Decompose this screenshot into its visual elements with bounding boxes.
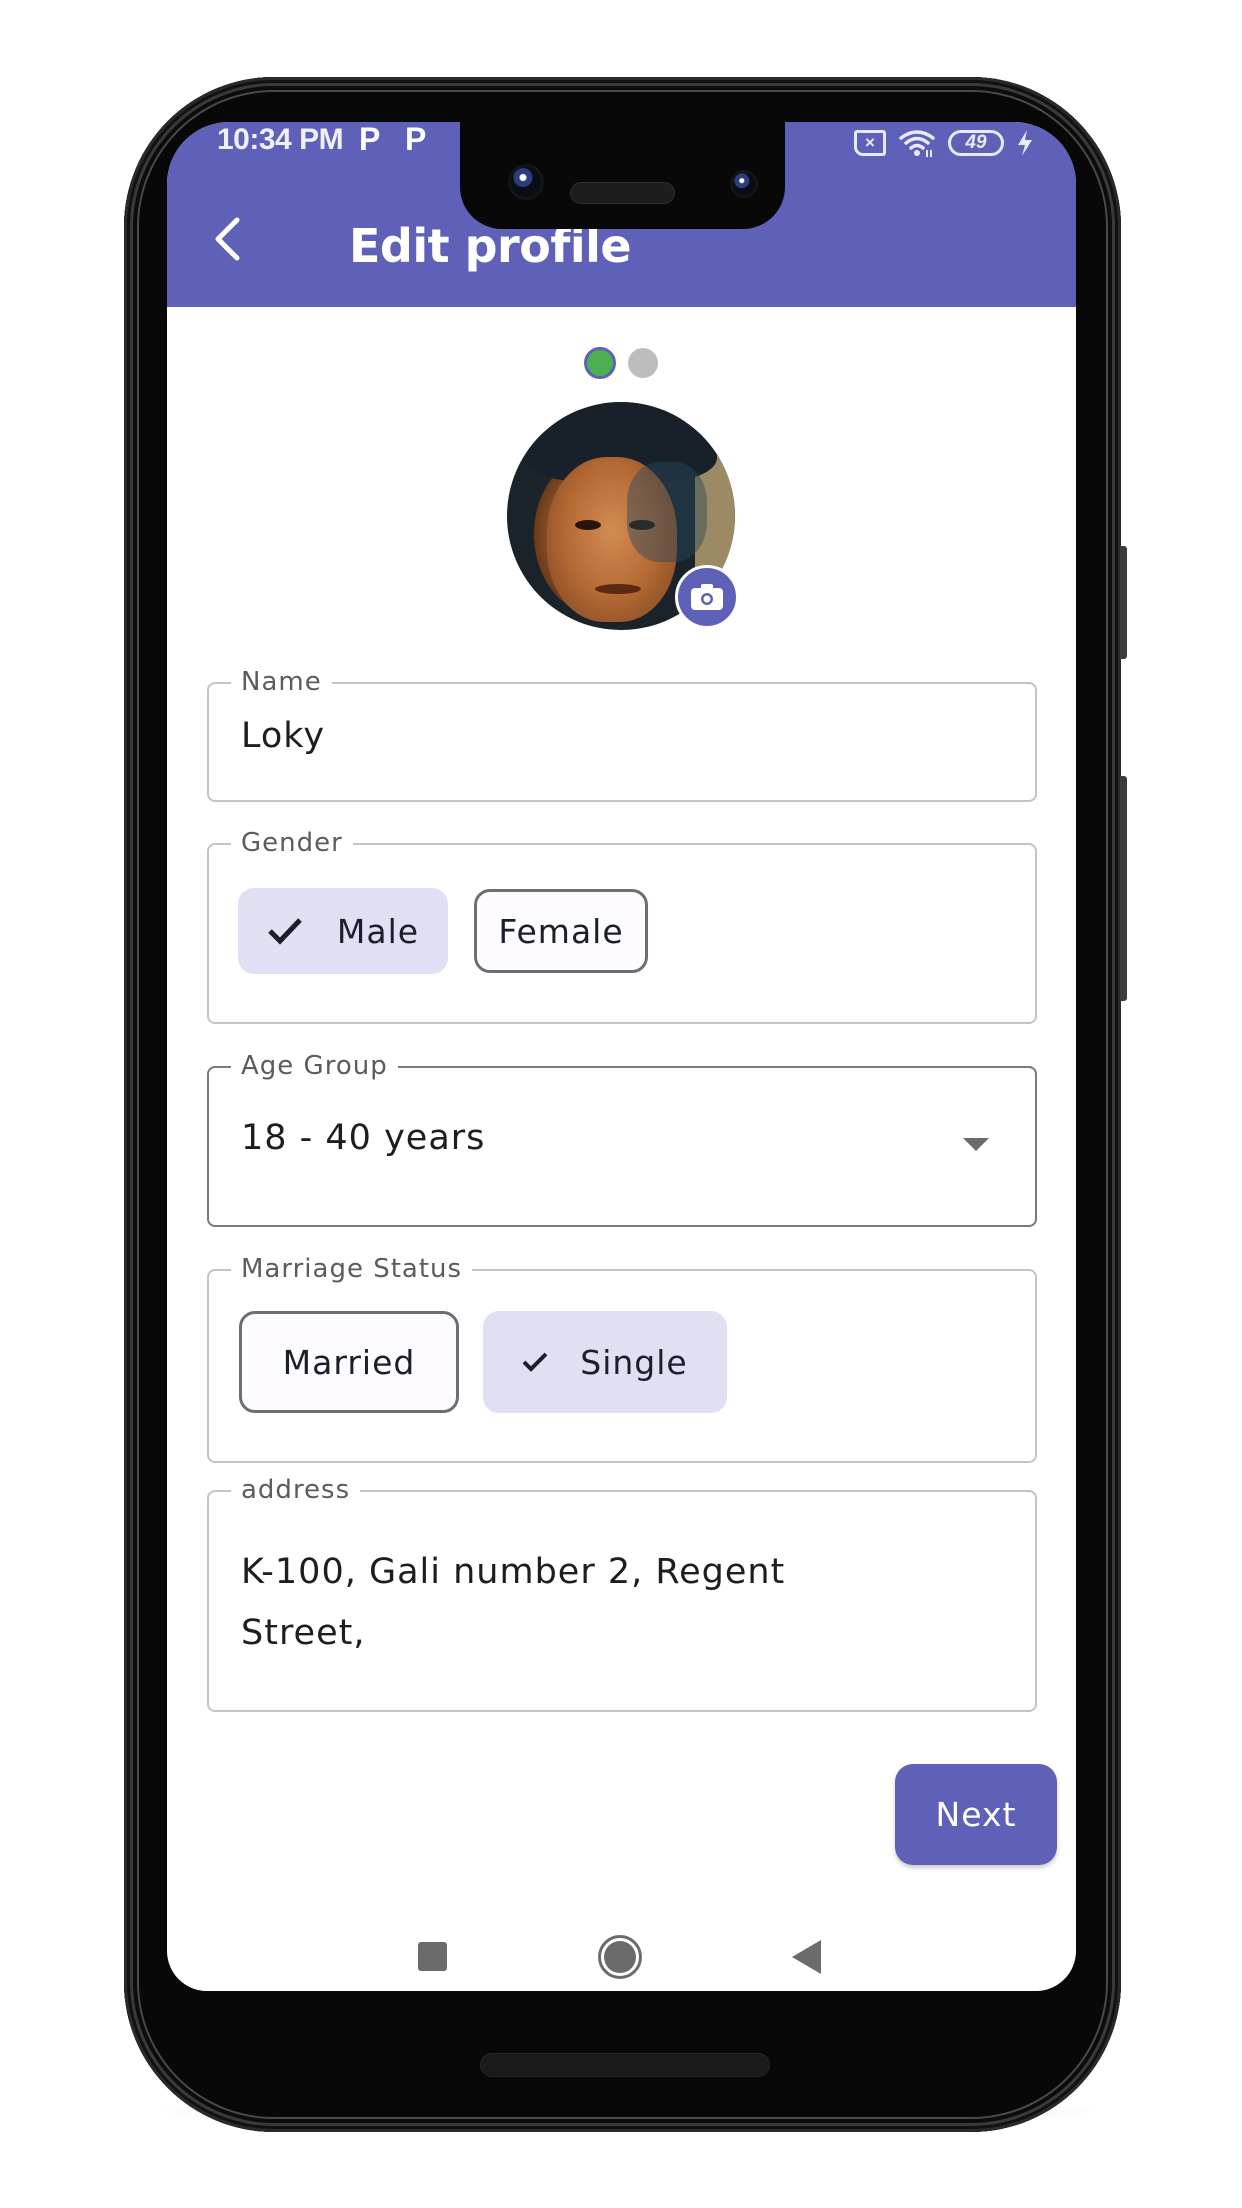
gender-chip-label: Female: [498, 911, 624, 951]
gender-field: Gender Male Female: [207, 827, 1037, 1024]
checkmark-icon: [268, 918, 302, 945]
step-indicator-active: [584, 347, 616, 379]
change-photo-button[interactable]: [675, 565, 739, 629]
age-group-label: Age Group: [231, 1050, 398, 1082]
recents-button[interactable]: [418, 1942, 447, 1971]
charging-bolt-icon: [1018, 130, 1032, 156]
no-sim-icon: ×: [854, 130, 886, 156]
gender-label: Gender: [231, 827, 353, 859]
address-field[interactable]: address K-100, Gali number 2, Regent Str…: [207, 1474, 1037, 1712]
checkmark-icon: [522, 1352, 548, 1372]
name-input[interactable]: Loky: [241, 716, 325, 756]
marriage-chip-label: Single: [580, 1342, 688, 1382]
wifi-icon: [899, 130, 935, 157]
front-camera: [508, 164, 544, 200]
chevron-left-icon: [215, 217, 240, 261]
status-time: 10:34 PM: [217, 123, 344, 156]
next-button[interactable]: Next: [895, 1764, 1057, 1865]
name-field[interactable]: Name Loky: [207, 666, 1037, 802]
earpiece-speaker: [570, 182, 675, 204]
notification-p-icon: P: [359, 122, 381, 157]
name-label: Name: [231, 666, 332, 698]
camera-icon: [691, 584, 723, 610]
status-icons: × 49: [854, 126, 1034, 160]
battery-icon: 49: [948, 130, 1004, 156]
marriage-chip-label: Married: [282, 1342, 416, 1382]
volume-button: [1120, 776, 1127, 1001]
marriage-chip-single[interactable]: Single: [483, 1311, 727, 1413]
front-sensor: [730, 170, 758, 198]
phone-screen: 10:34 PM P P × 49 Edit profile Name Loky…: [167, 122, 1076, 1991]
bottom-speaker-grille: [480, 2053, 770, 2077]
address-label: address: [231, 1474, 361, 1506]
home-icon: [604, 1941, 636, 1973]
gender-chip-label: Male: [336, 911, 420, 951]
dropdown-arrow-icon: [963, 1138, 989, 1151]
marriage-status-field: Marriage Status Married Single: [207, 1253, 1037, 1463]
gender-chip-male[interactable]: Male: [238, 888, 448, 974]
age-group-dropdown[interactable]: Age Group 18 - 40 years: [207, 1050, 1037, 1227]
gender-chip-female[interactable]: Female: [474, 889, 648, 973]
camera-notch: [460, 122, 785, 229]
address-input[interactable]: K-100, Gali number 2, Regent Street,: [241, 1542, 881, 1664]
home-button[interactable]: [598, 1935, 642, 1979]
back-button[interactable]: [202, 204, 252, 274]
power-button: [1120, 546, 1127, 659]
age-group-value: 18 - 40 years: [241, 1118, 486, 1158]
marriage-chip-married[interactable]: Married: [239, 1311, 459, 1413]
marriage-status-label: Marriage Status: [231, 1253, 473, 1285]
system-back-button[interactable]: [792, 1940, 821, 1974]
step-indicator-inactive: [628, 348, 658, 378]
notification-p-icon: P: [405, 122, 427, 157]
